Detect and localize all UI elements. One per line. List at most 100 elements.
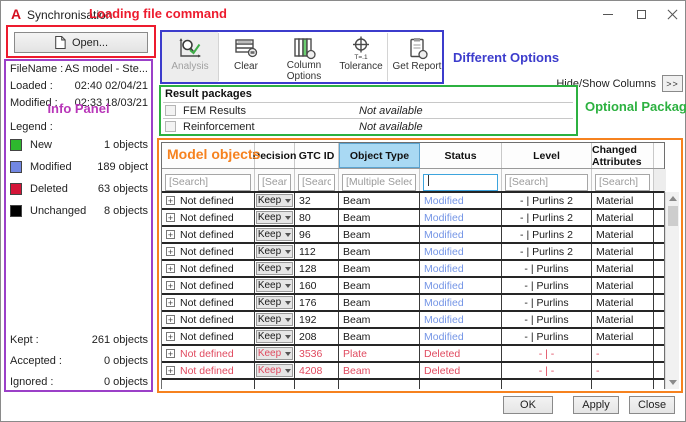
legend-color-swatch <box>10 183 22 195</box>
column-header-changed-attributes[interactable]: Changed Attributes <box>592 143 654 168</box>
chevron-down-icon <box>285 352 291 356</box>
decision-dropdown[interactable]: Keep <box>256 262 293 275</box>
decision-dropdown[interactable]: Keep <box>256 245 293 258</box>
toolbar-button-label: Get Report <box>393 61 442 72</box>
close-icon <box>667 9 677 19</box>
table-row[interactable]: Not defined Keep 3536 Plate Deleted - | … <box>162 346 664 363</box>
scrollbar-thumb[interactable] <box>668 206 678 226</box>
cell-object-name: Not defined <box>162 278 255 293</box>
table-row[interactable]: Not defined Keep 128 Beam Modified - | P… <box>162 261 664 278</box>
decision-dropdown[interactable]: Keep <box>256 364 293 377</box>
table-search-row <box>162 169 664 193</box>
table-scrollbar[interactable] <box>665 192 679 389</box>
minimize-button[interactable] <box>593 1 623 27</box>
decision-dropdown[interactable]: Keep <box>256 296 293 309</box>
ok-button[interactable]: OK <box>503 396 553 414</box>
expand-icon[interactable] <box>166 349 175 358</box>
decision-dropdown[interactable]: Keep <box>256 228 293 241</box>
toolbar-button-get-report[interactable]: Get Report <box>388 32 446 82</box>
table-row-partial <box>162 380 664 389</box>
decision-dropdown[interactable]: Keep <box>256 313 293 326</box>
expand-icon[interactable] <box>166 264 175 273</box>
search-input-tree[interactable] <box>165 174 251 191</box>
cell-gtc-id: 32 <box>295 193 339 208</box>
decision-dropdown[interactable]: Keep <box>256 279 293 292</box>
cell-changed-attributes: Material <box>592 312 654 327</box>
decision-dropdown[interactable]: Keep <box>256 211 293 224</box>
checkbox-fem-results[interactable] <box>165 105 176 116</box>
toolbar-button-clear[interactable]: Clear <box>219 32 273 82</box>
search-input-level[interactable] <box>505 174 588 191</box>
cell-status: Modified <box>420 210 502 225</box>
cell-object-name: Not defined <box>162 261 255 276</box>
tolerance-icon: T=.1 <box>348 35 374 61</box>
table-row[interactable]: Not defined Keep 80 Beam Modified - | Pu… <box>162 210 664 227</box>
column-header-decision[interactable]: Decision <box>255 143 295 168</box>
column-header-level[interactable]: Level <box>502 143 592 168</box>
maximize-button[interactable] <box>626 1 656 27</box>
expand-icon[interactable] <box>166 366 175 375</box>
cell-gtc-id: 80 <box>295 210 339 225</box>
cell-object-type: Plate <box>339 346 420 361</box>
table-row[interactable]: Not defined Keep 96 Beam Modified - | Pu… <box>162 227 664 244</box>
legend-color-swatch <box>10 205 22 217</box>
decision-dropdown[interactable]: Keep <box>256 194 293 207</box>
legend-item: Deleted 63 objects <box>10 182 148 196</box>
search-input-object-type[interactable] <box>342 174 416 191</box>
table-row[interactable]: Not defined Keep 176 Beam Modified - | P… <box>162 295 664 312</box>
legend-item: New 1 objects <box>10 138 148 152</box>
column-header-status[interactable]: Status <box>420 143 502 168</box>
expand-icon[interactable] <box>166 281 175 290</box>
table-row[interactable]: Not defined Keep 160 Beam Modified - | P… <box>162 278 664 295</box>
object-name: Not defined <box>180 331 234 343</box>
column-header-object-type[interactable]: Object Type <box>339 143 420 168</box>
decision-dropdown[interactable]: Keep <box>256 347 293 360</box>
table-row[interactable]: Not defined Keep 112 Beam Modified - | P… <box>162 244 664 261</box>
cell-level: - | Purlins 2 <box>502 244 592 259</box>
cell-level: - | - <box>502 363 592 378</box>
hide-show-columns-button[interactable]: >> <box>662 75 683 92</box>
cell-changed-attributes: Material <box>592 244 654 259</box>
open-button[interactable]: Open... <box>14 32 148 53</box>
column-header-gtc-id[interactable]: GTC ID <box>295 143 339 168</box>
expand-icon[interactable] <box>166 247 175 256</box>
toolbar-button-label: Tolerance <box>339 61 382 72</box>
cell-empty <box>420 380 502 389</box>
close-dialog-button[interactable]: Close <box>629 396 675 414</box>
cell-object-name: Not defined <box>162 346 255 361</box>
table-row[interactable]: Not defined Keep 192 Beam Modified - | P… <box>162 312 664 329</box>
scroll-up-button[interactable] <box>666 192 680 205</box>
expand-icon[interactable] <box>166 332 175 341</box>
search-input-decision[interactable] <box>258 174 291 191</box>
close-button[interactable] <box>657 1 686 27</box>
cell-level: - | Purlins <box>502 329 592 344</box>
apply-button[interactable]: Apply <box>573 396 619 414</box>
search-input-changed-attributes[interactable] <box>595 174 650 191</box>
search-input-status[interactable] <box>423 174 498 191</box>
cell-decision: Keep <box>255 261 295 276</box>
cell-gtc-id: 128 <box>295 261 339 276</box>
cell-gtc-id: 4208 <box>295 363 339 378</box>
stats-value: 0 objects <box>104 355 148 369</box>
toolbar-button-analysis[interactable]: Analysis <box>162 32 218 82</box>
cell-level: - | Purlins <box>502 312 592 327</box>
expand-icon[interactable] <box>166 213 175 222</box>
checkbox-reinforcement[interactable] <box>165 121 176 132</box>
legend-name: Deleted <box>30 183 68 195</box>
object-name: Not defined <box>180 280 234 292</box>
table-row[interactable]: Not defined Keep 32 Beam Modified - | Pu… <box>162 193 664 210</box>
expand-icon[interactable] <box>166 196 175 205</box>
table-row[interactable]: Not defined Keep 4208 Beam Deleted - | -… <box>162 363 664 380</box>
scroll-down-button[interactable] <box>666 376 680 389</box>
cell-decision: Keep <box>255 193 295 208</box>
toolbar-button-label: Analysis <box>171 61 208 72</box>
decision-dropdown[interactable]: Keep <box>256 330 293 343</box>
cell-object-type: Beam <box>339 363 420 378</box>
expand-icon[interactable] <box>166 230 175 239</box>
table-row[interactable]: Not defined Keep 208 Beam Modified - | P… <box>162 329 664 346</box>
toolbar-button-tolerance[interactable]: T=.1 Tolerance <box>335 32 387 82</box>
expand-icon[interactable] <box>166 315 175 324</box>
search-input-gtc-id[interactable] <box>298 174 335 191</box>
expand-icon[interactable] <box>166 298 175 307</box>
toolbar-button-column-options[interactable]: Column Options <box>273 32 335 82</box>
